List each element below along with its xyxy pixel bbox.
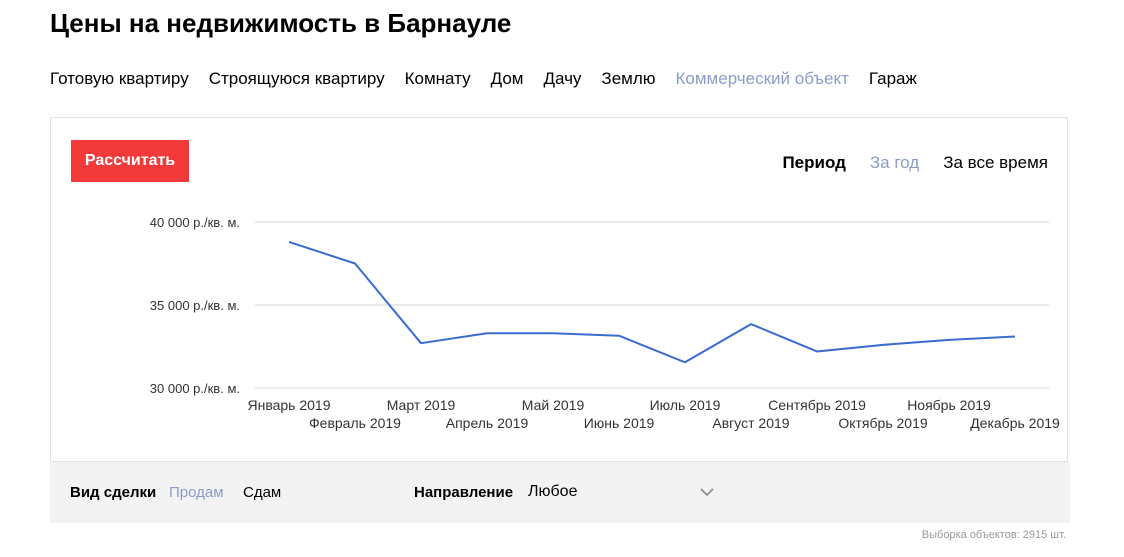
data-point[interactable] [679, 356, 691, 368]
data-point[interactable] [481, 327, 493, 339]
sample-count: Выборка объектов: 2915 шт. [921, 529, 1066, 541]
y-tick-label: 35 000 р./кв. м. [150, 298, 240, 313]
x-tick-label: Май 2019 [522, 397, 585, 413]
data-point[interactable] [547, 327, 559, 339]
x-tick-label: Июль 2019 [650, 397, 721, 413]
data-point[interactable] [283, 236, 295, 248]
x-tick-label: Декабрь 2019 [970, 415, 1060, 431]
data-point[interactable] [1009, 331, 1021, 343]
chevron-down-icon [700, 488, 714, 497]
data-point[interactable] [613, 330, 625, 342]
y-tick-label: 30 000 р./кв. м. [150, 381, 240, 396]
data-point[interactable] [877, 339, 889, 351]
x-tick-label: Сентябрь 2019 [768, 397, 866, 413]
deal-option-rent[interactable]: Сдам [243, 484, 281, 501]
data-point[interactable] [811, 345, 823, 357]
chart-gridlines [255, 221, 1049, 389]
data-point[interactable] [349, 258, 361, 270]
data-point[interactable] [943, 334, 955, 346]
x-tick-label: Октябрь 2019 [838, 415, 928, 431]
x-tick-label: Апрель 2019 [446, 415, 529, 431]
direction-dropdown[interactable]: Любое [528, 476, 714, 508]
direction-value: Любое [528, 483, 578, 500]
y-tick-label: 40 000 р./кв. м. [150, 215, 240, 230]
x-tick-label: Август 2019 [712, 415, 789, 431]
chart-x-axis: Январь 2019 Февраль 2019 Март 2019 Апрель 2… [247, 397, 1060, 431]
x-tick-label: Январь 2019 [247, 397, 330, 413]
data-point[interactable] [745, 318, 757, 330]
direction-label: Направление [414, 484, 514, 501]
chart-series [283, 236, 1021, 368]
x-tick-label: Июнь 2019 [584, 415, 655, 431]
series-line [288, 240, 1016, 364]
x-tick-label: Март 2019 [387, 397, 456, 413]
deal-option-sell[interactable]: Продам [169, 484, 224, 501]
deal-type-label: Вид сделки [70, 484, 157, 501]
chart-y-axis: 40 000 р./кв. м. 35 000 р./кв. м. 30 000 р… [150, 215, 240, 396]
x-tick-label: Ноябрь 2019 [907, 397, 991, 413]
x-tick-label: Февраль 2019 [309, 415, 401, 431]
filter-bar: Вид сделки Продам Сдам Направление Любое [50, 462, 1070, 523]
data-point[interactable] [415, 337, 427, 349]
